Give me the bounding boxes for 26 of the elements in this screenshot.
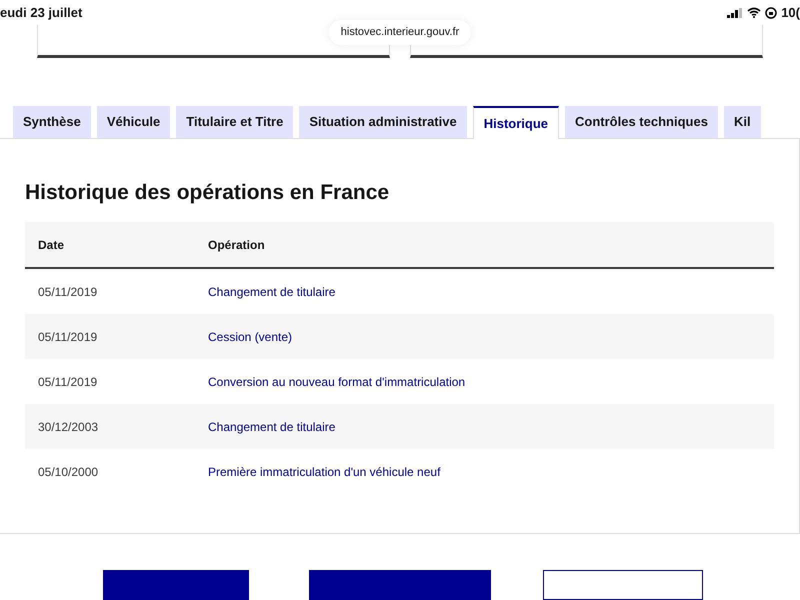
operation-link[interactable]: Première immatriculation d'un véhicule neuf: [208, 462, 440, 481]
date-cell-text: 05/10/2000: [37, 464, 100, 481]
tab[interactable]: Titulaire et Titre: [176, 106, 294, 138]
action-button[interactable]: [543, 570, 703, 600]
column-header: Opération: [208, 236, 265, 254]
tab[interactable]: Situation administrative: [299, 106, 467, 138]
tab[interactable]: Synthèse: [13, 106, 91, 138]
date-cell-text: 05/11/2019: [37, 284, 98, 301]
operation-link[interactable]: Conversion au nouveau format d'immatriculation: [208, 372, 466, 391]
tab[interactable]: Contrôles techniques: [565, 106, 718, 138]
column-header: Date: [37, 236, 66, 254]
battery-percentage: 10(: [781, 4, 800, 22]
signal-icon: [727, 8, 744, 18]
operation-link[interactable]: Cession (vente): [208, 328, 292, 346]
date-cell-text: 30/12/2003: [37, 418, 100, 436]
url-bar[interactable]: histovec.interieur.gouv.fr: [328, 20, 472, 44]
date-cell-text: 05/11/2019: [37, 328, 98, 346]
status-date: eudi 23 juillet: [0, 4, 82, 22]
tab[interactable]: Kil: [724, 106, 761, 138]
tab[interactable]: Historique: [472, 106, 560, 139]
date-cell-text: 05/11/2019: [37, 374, 98, 391]
wifi-icon: [747, 7, 762, 18]
section-title: Historique des opérations en France: [25, 180, 390, 206]
operation-link[interactable]: Changement de titulaire: [208, 282, 336, 301]
tab[interactable]: Véhicule: [96, 106, 170, 138]
operation-link[interactable]: Changement de titulaire: [208, 418, 336, 436]
